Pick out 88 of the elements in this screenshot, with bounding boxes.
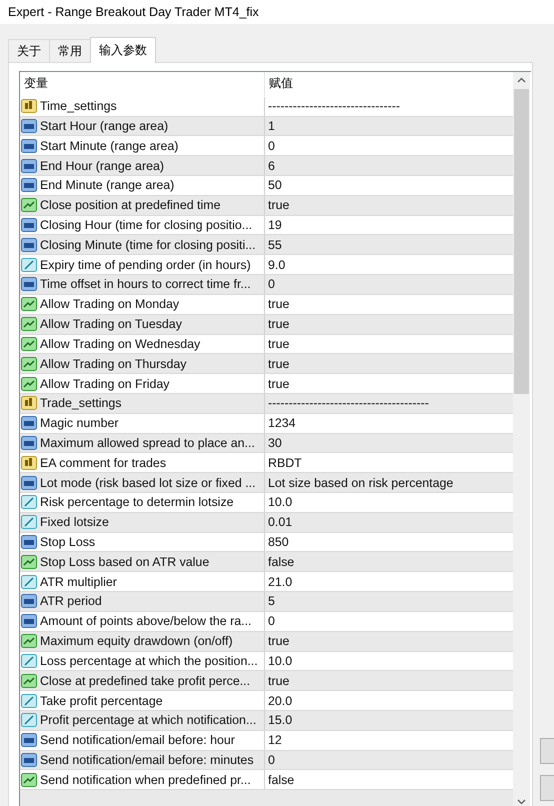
parameter-name: Risk percentage to determin lotsize: [40, 495, 234, 510]
parameter-name: Closing Hour (time for closing positio...: [40, 218, 252, 232]
parameter-name: Send notification/email before: hour: [40, 733, 235, 748]
parameter-value[interactable]: 21.0: [268, 574, 292, 589]
parameter-value[interactable]: false: [268, 554, 294, 569]
chart-icon: [21, 376, 37, 392]
chart-icon: [21, 316, 37, 332]
parameter-name: Allow Trading on Wednesday: [40, 336, 200, 351]
tab[interactable]: 输入参数: [90, 37, 156, 63]
parameter-name: ATR period: [40, 594, 102, 608]
parameter-value[interactable]: true: [268, 198, 290, 212]
parameter-value[interactable]: 30: [268, 436, 282, 450]
parameter-name: Lot mode (risk based lot size or fixed ...: [40, 476, 256, 490]
parameter-name: Fixed lotsize: [40, 515, 109, 530]
tab[interactable]: 关于: [8, 39, 50, 62]
side-button[interactable]: [540, 775, 554, 801]
parameter-name: Maximum allowed spread to place an...: [40, 436, 255, 450]
parameter-name: Close at predefined take profit perce...: [40, 674, 250, 688]
parameter-name: Stop Loss: [40, 535, 96, 550]
parameter-name: Take profit percentage: [40, 694, 163, 708]
parameter-value[interactable]: Lot size based on risk percentage: [268, 476, 454, 490]
parameter-value[interactable]: ---------------------------------------: [268, 396, 429, 410]
parameter-value[interactable]: 1234: [268, 416, 296, 430]
parameter-value[interactable]: 850: [268, 535, 289, 550]
parameter-name: Close position at predefined time: [40, 198, 220, 212]
parameter-name: Allow Trading on Tuesday: [40, 317, 182, 332]
chart-icon: [21, 356, 37, 372]
parameter-name: EA comment for trades: [40, 456, 166, 470]
parameter-value[interactable]: --------------------------------: [268, 99, 400, 114]
column-header: 变量: [24, 75, 48, 92]
chart-icon: [21, 672, 37, 689]
chart-icon: [21, 772, 37, 788]
parameter-name: Time offset in hours to correct time fr...: [40, 277, 251, 292]
parameter-value[interactable]: 0.01: [268, 515, 292, 530]
parameter-name: Allow Trading on Monday: [40, 297, 180, 312]
parameter-value[interactable]: true: [268, 336, 290, 351]
parameter-name: Start Hour (range area): [40, 118, 168, 133]
parameter-value[interactable]: 15.0: [268, 713, 292, 728]
parameter-name: Stop Loss based on ATR value: [40, 554, 210, 569]
parameter-name: Trade_settings: [40, 396, 122, 410]
parameter-name: ATR multiplier: [40, 574, 117, 589]
parameter-name: End Minute (range area): [40, 178, 174, 192]
parameter-name: Amount of points above/below the ra...: [40, 614, 252, 628]
parameter-name: Allow Trading on Friday: [40, 376, 170, 391]
parameter-value[interactable]: 55: [268, 238, 282, 252]
parameter-name: Magic number: [40, 416, 119, 430]
parameter-name: Maximum equity drawdown (on/off): [40, 634, 233, 648]
parameter-value[interactable]: RBDT: [268, 456, 302, 470]
parameter-value[interactable]: 9.0: [268, 258, 286, 272]
window-title: Expert - Range Breakout Day Trader MT4_fix: [8, 5, 259, 19]
chart-icon: [21, 336, 37, 352]
parameter-name: Time_settings: [40, 99, 117, 114]
parameter-value[interactable]: 10.0: [268, 495, 292, 510]
parameter-name: Profit percentage at which notification...: [40, 713, 256, 728]
parameter-name: Send notification when predefined pr...: [40, 772, 251, 787]
parameter-value[interactable]: 50: [268, 178, 282, 192]
parameter-value[interactable]: 0: [268, 752, 275, 767]
parameter-name: Allow Trading on Thursday: [40, 356, 186, 371]
parameter-value[interactable]: true: [268, 634, 290, 648]
parameter-value[interactable]: 19: [268, 218, 282, 232]
parameter-value[interactable]: 6: [268, 158, 275, 173]
parameter-value[interactable]: 0: [268, 277, 275, 292]
chart-icon: [21, 197, 37, 214]
parameter-value[interactable]: 0: [268, 138, 275, 153]
chart-icon: [21, 633, 37, 650]
parameter-value[interactable]: 20.0: [268, 694, 292, 708]
parameter-value[interactable]: 5: [268, 594, 275, 608]
chart-icon: [21, 296, 37, 312]
chart-icon: [21, 554, 37, 570]
parameter-value[interactable]: 12: [268, 733, 282, 748]
scrollbar-thumb[interactable]: [514, 89, 529, 394]
parameter-name: Closing Minute (time for closing positi...: [40, 238, 256, 252]
parameter-value[interactable]: 0: [268, 614, 275, 628]
parameter-value[interactable]: true: [268, 674, 290, 688]
parameter-value[interactable]: false: [268, 772, 294, 787]
parameter-name: Loss percentage at which the position...: [40, 654, 258, 668]
parameter-value[interactable]: true: [268, 297, 290, 312]
parameter-value[interactable]: 10.0: [268, 654, 292, 668]
side-button[interactable]: [540, 738, 554, 764]
parameter-value[interactable]: 1: [268, 118, 275, 133]
parameter-name: Expiry time of pending order (in hours): [40, 258, 251, 272]
parameter-value[interactable]: true: [268, 376, 290, 391]
parameter-name: Start Minute (range area): [40, 138, 178, 153]
parameter-name: End Hour (range area): [40, 158, 164, 173]
parameter-name: Send notification/email before: minutes: [40, 752, 254, 767]
parameter-value[interactable]: true: [268, 356, 290, 371]
column-header: 赋值: [269, 75, 293, 92]
parameter-value[interactable]: true: [268, 317, 290, 332]
